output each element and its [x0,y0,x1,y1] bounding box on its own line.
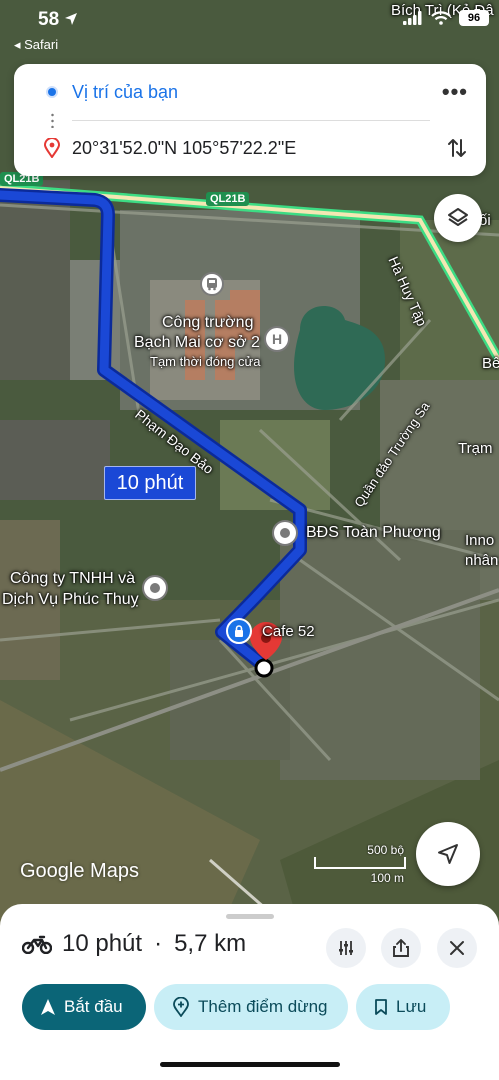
share-icon [393,939,409,957]
sliders-icon [339,941,353,955]
start-navigation-button[interactable]: Bắt đầu [22,984,146,1030]
save-button[interactable]: Lưu [356,984,450,1030]
trip-separator: · [154,930,163,957]
add-location-icon [173,997,189,1017]
map-label-be: Bê [482,355,499,372]
navigation-arrow-icon [438,844,458,864]
map-label-cong-ty: Công ty TNHH và [10,570,136,587]
map-label-tram: Trạm [458,440,493,457]
cellular-signal-icon [403,11,422,25]
back-to-safari-link[interactable]: ◂ Safari [14,37,58,53]
trip-summary: 10 phút · 5,7 km [22,930,246,958]
motorbike-icon [22,935,52,954]
road-shield-ql21b: QL21B [206,192,250,206]
map-label-nhan: nhân [465,552,499,569]
trip-distance: 5,7 km [174,930,247,957]
bookmark-icon [375,999,387,1015]
close-button[interactable] [437,928,477,968]
place-pin-icon[interactable] [272,520,298,546]
origin-field[interactable]: Vị trí của bạn [72,82,178,103]
hospital-icon[interactable]: H [264,326,290,352]
layers-icon [448,208,468,226]
home-indicator[interactable] [160,1062,340,1067]
map-label-cong-truong: Công trường [162,314,254,331]
route-options-button[interactable] [326,928,366,968]
more-options-icon[interactable]: ••• [442,79,468,105]
lock-icon[interactable] [226,618,252,644]
status-bar: 58 ◂ Safari 96 [0,0,499,56]
origin-row[interactable]: Vị trí của bạn ••• [14,66,486,118]
current-location-icon [46,86,58,98]
start-label: Bắt đầu [64,997,123,1016]
map-label-dich-vu: Dịch Vụ Phúc Thuỵ [2,591,139,608]
swap-icon[interactable] [446,136,468,160]
location-arrow-icon [65,13,78,25]
place-pin-icon[interactable] [142,575,168,601]
google-maps-logo: Google Maps [20,860,139,882]
wifi-icon [431,11,451,25]
map-label-bds: BĐS Toàn Phương [306,524,441,541]
scale-label-meters: 100 m [370,871,404,885]
map-scale: 500 bộ 100 m [314,843,406,885]
my-location-button[interactable] [416,822,480,886]
layers-button[interactable] [434,194,482,242]
bus-stop-icon[interactable] [200,272,224,296]
share-button[interactable] [381,928,421,968]
navigation-icon [41,999,55,1015]
save-label: Lưu [396,997,427,1016]
destination-row[interactable]: 20°31'52.0"N 105°57'22.2"E [14,122,486,174]
add-stop-button[interactable]: Thêm điểm dừng [154,984,348,1030]
route-eta-chip[interactable]: 10 phút [104,466,196,500]
map-label-bach-mai: Bạch Mai cơ sở 2 [134,334,260,351]
destination-pin-icon [44,138,60,158]
add-stop-label: Thêm điểm dừng [198,997,328,1016]
route-bottom-sheet: 10 phút · 5,7 km Bắt đầu Thêm điểm dừng … [0,904,499,1080]
map-label-inno: Inno [465,532,495,549]
scale-label-feet: 500 bộ [367,843,404,857]
directions-card: Vị trí của bạn ••• 20°31'52.0"N 105°57'2… [14,64,486,176]
destination-field[interactable]: 20°31'52.0"N 105°57'22.2"E [72,138,296,159]
map-label-cafe: Cafe 52 [262,623,315,640]
battery-icon: 96 [459,10,489,26]
status-time: 58 [38,9,78,31]
sheet-drag-handle[interactable] [226,914,274,919]
close-icon [450,941,464,955]
trip-duration: 10 phút [62,930,143,957]
map-label-tam-thoi: Tạm thời đóng cửa [150,354,261,369]
